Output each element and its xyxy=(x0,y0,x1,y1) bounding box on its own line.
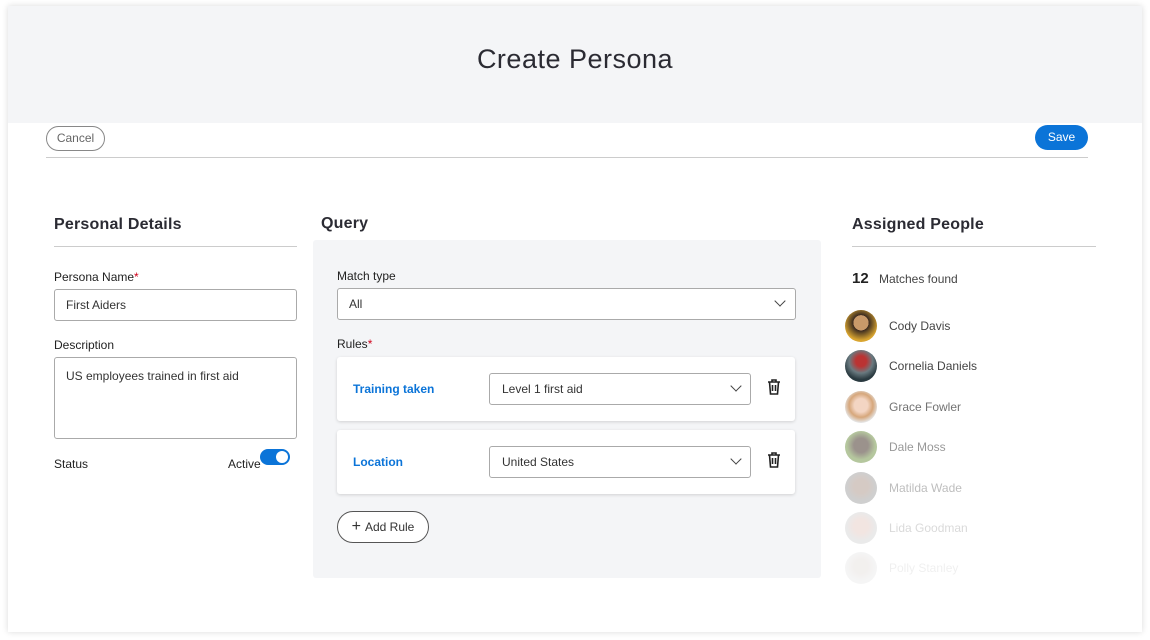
status-label: Status xyxy=(54,457,89,471)
rule-field-link[interactable]: Location xyxy=(353,455,403,469)
cancel-button[interactable]: Cancel xyxy=(46,126,105,151)
avatar xyxy=(845,310,877,342)
rule-value: Level 1 first aid xyxy=(502,382,583,396)
avatar xyxy=(845,552,877,584)
add-rule-button[interactable]: + Add Rule xyxy=(337,511,429,543)
person-name: Polly Stanley xyxy=(889,561,959,575)
person-name: Cody Davis xyxy=(889,319,951,333)
status-toggle[interactable] xyxy=(260,449,290,465)
add-rule-label: Add Rule xyxy=(364,520,415,534)
query-panel: Match type All Rules* Training taken Lev… xyxy=(313,240,821,578)
trash-icon[interactable] xyxy=(767,379,781,395)
assigned-people-heading: Assigned People xyxy=(852,216,984,233)
description-textarea[interactable]: US employees trained in first aid xyxy=(54,357,297,439)
trash-icon[interactable] xyxy=(767,452,781,468)
person-item[interactable]: Polly Stanley xyxy=(845,552,958,584)
person-item[interactable]: Matilda Wade xyxy=(845,472,962,504)
match-type-value: All xyxy=(349,297,363,311)
avatar xyxy=(845,350,877,382)
person-name: Matilda Wade xyxy=(889,481,962,495)
rule-value: United States xyxy=(502,455,575,469)
chevron-down-icon xyxy=(774,295,786,307)
person-name: Grace Fowler xyxy=(889,400,962,414)
avatar xyxy=(845,512,877,544)
page-header: Create Persona xyxy=(8,6,1142,123)
matches-found-label: Matches found xyxy=(879,272,958,286)
status-value: Active xyxy=(228,457,261,471)
personal-details-heading: Personal Details xyxy=(54,216,182,233)
query-heading: Query xyxy=(321,215,369,232)
divider xyxy=(46,157,1088,158)
rule-field-link[interactable]: Training taken xyxy=(353,382,434,396)
person-item[interactable]: Cody Davis xyxy=(845,310,950,342)
rule-value-select[interactable]: Level 1 first aid xyxy=(489,373,751,405)
description-label: Description xyxy=(54,338,115,352)
person-name: Dale Moss xyxy=(889,440,946,454)
match-type-label: Match type xyxy=(337,269,396,283)
save-button[interactable]: Save xyxy=(1035,125,1088,150)
person-name: Lida Goodman xyxy=(889,521,968,535)
divider xyxy=(54,246,297,247)
rule-row: Training taken Level 1 first aid xyxy=(337,357,795,421)
person-item[interactable]: Grace Fowler xyxy=(845,391,961,423)
avatar xyxy=(845,391,877,423)
divider xyxy=(852,246,1096,247)
chevron-down-icon xyxy=(730,453,742,465)
person-item[interactable]: Cornelia Daniels xyxy=(845,350,977,382)
chevron-down-icon xyxy=(730,380,742,392)
person-item[interactable]: Dale Moss xyxy=(845,431,946,463)
rules-label: Rules* xyxy=(337,337,373,351)
match-type-select[interactable]: All xyxy=(337,288,796,320)
persona-name-label: Persona Name* xyxy=(54,270,139,284)
person-item[interactable]: Lida Goodman xyxy=(845,512,968,544)
person-name: Cornelia Daniels xyxy=(889,359,978,373)
avatar xyxy=(845,431,877,463)
avatar xyxy=(845,472,877,504)
plus-icon: + xyxy=(351,518,361,535)
persona-name-input[interactable]: First Aiders xyxy=(54,289,297,321)
rule-row: Location United States xyxy=(337,430,795,494)
rule-value-select[interactable]: United States xyxy=(489,446,751,478)
page-title: Create Persona xyxy=(476,44,674,74)
match-count: 12 xyxy=(852,270,869,287)
